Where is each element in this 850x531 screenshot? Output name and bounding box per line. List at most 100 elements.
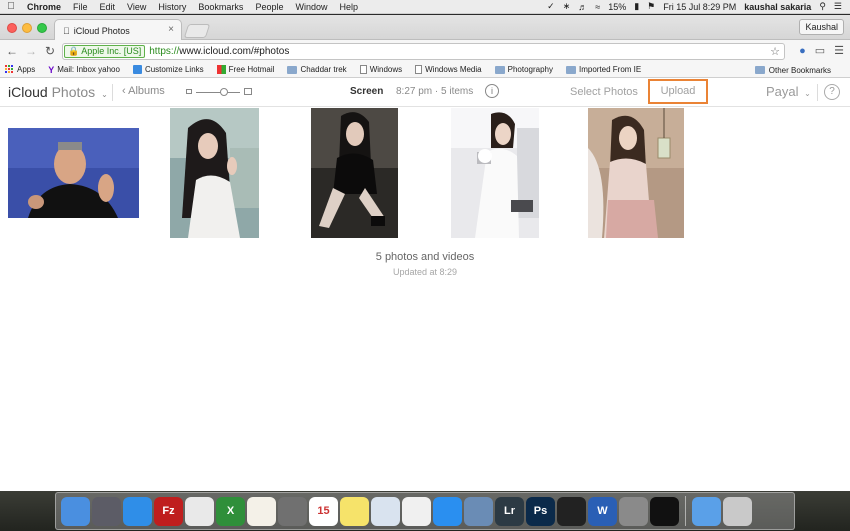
clock[interactable]: Fri 15 Jul 8:29 PM <box>663 2 736 12</box>
header-divider <box>112 84 113 101</box>
bookmark-yahoo-mail[interactable]: Y Mail: Inbox yahoo <box>48 65 120 75</box>
tab-icloud-photos[interactable]:  iCloud Photos × <box>54 19 182 41</box>
menu-edit[interactable]: Edit <box>95 2 123 12</box>
photo-thumbnail[interactable] <box>451 108 539 238</box>
menu-window[interactable]: Window <box>290 2 334 12</box>
reload-icon[interactable]: ↻ <box>43 44 57 58</box>
textedit-icon[interactable] <box>247 496 276 526</box>
tab-title: iCloud Photos <box>67 25 130 36</box>
slider-knob[interactable] <box>220 88 228 96</box>
address-bar[interactable]: 🔒 Apple Inc. [US] https:// www.icloud.co… <box>62 43 785 60</box>
photo-thumbnail[interactable] <box>588 108 684 238</box>
slider-track[interactable] <box>196 92 240 93</box>
forward-arrow-icon[interactable]: → <box>24 44 38 58</box>
apple-menu-icon[interactable]:  <box>0 1 22 12</box>
tab-close-icon[interactable]: × <box>168 24 174 35</box>
gopro-icon[interactable] <box>650 496 679 526</box>
calendar-icon[interactable]: 15 <box>309 496 338 526</box>
volume-icon[interactable]: ♬ <box>578 2 587 12</box>
macos-menubar:  Chrome File Edit View History Bookmark… <box>0 0 850 14</box>
bookmark-customize-links[interactable]: Customize Links <box>132 65 204 74</box>
menu-help[interactable]: Help <box>334 2 365 12</box>
bookmark-windows-media[interactable]: Windows Media <box>415 65 482 74</box>
photo-thumbnail[interactable] <box>8 128 139 218</box>
bookmarks-bar: Apps Y Mail: Inbox yahoo Customize Links… <box>0 62 850 78</box>
calculator-icon[interactable] <box>278 496 307 526</box>
notes-icon[interactable] <box>340 496 369 526</box>
photoshop-icon[interactable]: Ps <box>526 496 555 526</box>
sync-status-icon[interactable]: ✓ <box>547 1 555 12</box>
minimize-window-icon[interactable] <box>22 23 32 33</box>
browser-toolbar: ← → ↻ 🔒 Apple Inc. [US] https:// www.icl… <box>0 40 850 62</box>
ev-certificate-badge[interactable]: 🔒 Apple Inc. [US] <box>64 45 146 58</box>
filezilla-icon[interactable]: Fz <box>154 496 183 526</box>
yahoo-icon: Y <box>48 64 55 75</box>
user-name[interactable]: kaushal sakaria <box>744 2 811 12</box>
header-divider <box>817 84 818 101</box>
photos-icon[interactable] <box>402 496 431 526</box>
battery-icon[interactable]: ▮ <box>634 1 639 12</box>
bookmark-imported-from-ie[interactable]: Imported From IE <box>565 65 641 74</box>
menu-bookmarks[interactable]: Bookmarks <box>193 2 250 12</box>
preview-icon[interactable] <box>371 496 400 526</box>
battery-percent[interactable]: 15% <box>608 2 626 12</box>
chrome-icon[interactable] <box>185 496 214 526</box>
finder-icon[interactable] <box>61 496 90 526</box>
bookmark-star-icon[interactable]: ☆ <box>770 45 780 58</box>
albums-back-button[interactable]: ‹ Albums <box>122 85 165 97</box>
bookmark-windows[interactable]: Windows <box>359 65 402 74</box>
photo-grid: 5 photos and videos Updated at 8:29 <box>0 107 850 475</box>
wifi-icon[interactable]: ≈ <box>595 2 600 12</box>
close-window-icon[interactable] <box>7 23 17 33</box>
bookmark-free-hotmail[interactable]: Free Hotmail <box>216 65 274 74</box>
chevron-down-icon: ⌄ <box>804 89 811 98</box>
flag-icon[interactable]: ⚑ <box>647 1 655 12</box>
system-preferences-icon[interactable] <box>619 496 648 526</box>
lightroom-icon[interactable]: Lr <box>495 496 524 526</box>
bookmark-photography[interactable]: Photography <box>494 65 553 74</box>
folder-icon <box>565 65 576 74</box>
bookmark-apps[interactable]: Apps <box>5 65 35 74</box>
image-capture-icon[interactable] <box>464 496 493 526</box>
terminal-icon[interactable] <box>557 496 586 526</box>
menu-history[interactable]: History <box>153 2 193 12</box>
profile-button[interactable]: Kaushal <box>799 19 844 35</box>
apple-favicon-icon:  <box>63 26 70 36</box>
select-photos-button[interactable]: Select Photos <box>570 86 638 98</box>
excel-icon[interactable]: X <box>216 496 245 526</box>
info-icon[interactable]: i <box>485 84 499 98</box>
menu-app-chrome[interactable]: Chrome <box>22 2 68 12</box>
bookmark-chaddar-trek[interactable]: Chaddar trek <box>287 65 347 74</box>
folder-icon[interactable] <box>692 496 721 526</box>
customize-links-icon <box>132 65 142 74</box>
safari-icon[interactable] <box>123 496 152 526</box>
bluetooth-icon[interactable]: ∗ <box>563 1 571 12</box>
menu-file[interactable]: File <box>68 2 95 12</box>
thumbnail-size-slider[interactable] <box>186 86 252 98</box>
url-path: www.icloud.com/#photos <box>179 46 290 57</box>
photo-thumbnail[interactable] <box>170 108 259 238</box>
chrome-menu-icon[interactable]: ☰ <box>834 44 844 57</box>
app-switcher[interactable]: iCloud Photos ⌄ <box>8 84 108 100</box>
zoom-window-icon[interactable] <box>37 23 47 33</box>
folder-icon <box>287 65 298 74</box>
notification-center-icon[interactable]: ☰ <box>834 1 842 12</box>
word-icon[interactable]: W <box>588 496 617 526</box>
app-store-icon[interactable] <box>433 496 462 526</box>
launchpad-icon[interactable] <box>92 496 121 526</box>
photos-app-name: Photos <box>51 84 96 100</box>
cast-icon[interactable]: ▭ <box>815 44 825 57</box>
bookmark-other-bookmarks[interactable]: Other Bookmarks <box>754 62 831 78</box>
help-icon[interactable]: ? <box>824 84 840 100</box>
photo-thumbnail[interactable] <box>311 108 398 238</box>
menu-view[interactable]: View <box>122 2 153 12</box>
user-menu[interactable]: Payal ⌄ <box>766 84 811 99</box>
extension-icon[interactable]: ● <box>799 45 806 57</box>
hotmail-icon <box>216 65 226 74</box>
spotlight-icon[interactable]: ⚲ <box>819 1 826 12</box>
trash-icon[interactable] <box>723 496 752 526</box>
upload-button[interactable]: Upload <box>648 79 708 104</box>
back-arrow-icon[interactable]: ← <box>5 44 19 58</box>
new-tab-button[interactable] <box>183 24 211 38</box>
menu-people[interactable]: People <box>250 2 290 12</box>
